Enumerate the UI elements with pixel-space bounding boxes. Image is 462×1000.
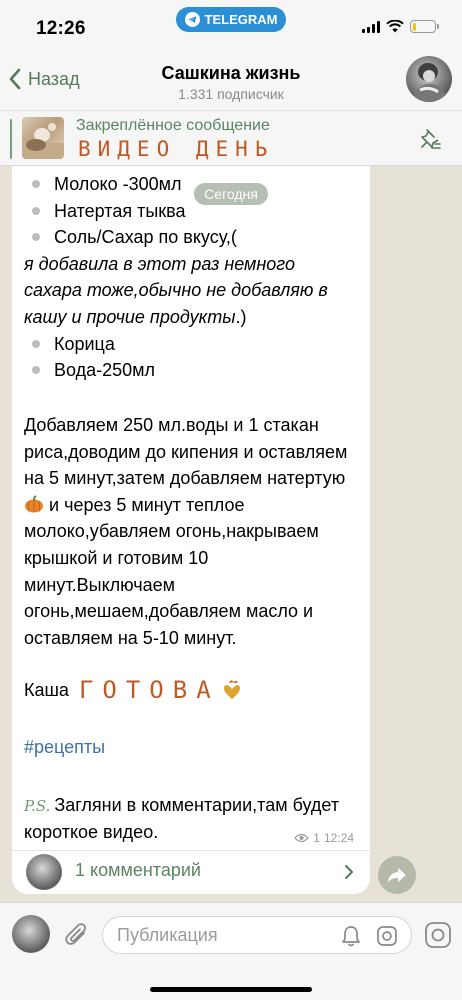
pinned-label: Закреплённое сообщение — [76, 117, 270, 134]
list-item: Корица — [24, 331, 354, 358]
composer-bar — [0, 902, 462, 1000]
signal-icon — [362, 20, 380, 33]
instructions-part-2: и через 5 минут теплое молоко,убавляем о… — [24, 494, 319, 648]
message-input-wrapper — [102, 916, 412, 954]
telegram-icon — [184, 12, 200, 27]
wifi-icon — [386, 20, 404, 33]
share-icon — [388, 868, 406, 883]
list-item: Вода-250мл — [24, 357, 354, 384]
kasha-label: Каша — [24, 679, 69, 700]
salt-item-text: Соль/Сахар по вкусу,( — [54, 227, 237, 248]
view-count: 1 — [313, 831, 320, 845]
date-chip: Сегодня — [194, 183, 268, 205]
avatar-photo — [412, 63, 448, 102]
message-meta: 1 12:24 — [294, 831, 354, 845]
pinned-indicator — [10, 119, 12, 159]
chat-header: Назад Сашкина жизнь 1.331 подписчик — [0, 54, 462, 110]
message-input[interactable] — [117, 925, 337, 946]
kasha-word: ГОТОВА — [78, 676, 220, 704]
kasha-ready-line: Каша ГОТОВА — [24, 676, 242, 704]
pinned-thumbnail — [22, 117, 64, 159]
salt-note-italic: я добавила в этот раз немного сахара тож… — [24, 253, 328, 327]
channel-title[interactable]: Сашкина жизнь — [0, 63, 462, 84]
list-item: Молоко -300мл — [24, 171, 354, 198]
channel-avatar[interactable] — [406, 56, 452, 102]
eye-icon — [294, 833, 310, 843]
instructions-part-1: Добавляем 250 мл.воды и 1 стакан риса,до… — [24, 415, 348, 489]
commenter-avatar — [26, 854, 62, 890]
sticker-icon[interactable] — [376, 925, 398, 947]
status-time: 12:26 — [36, 18, 86, 39]
list-item: Соль/Сахар по вкусу,( — [24, 224, 354, 251]
comments-label: 1 комментарий — [75, 860, 201, 880]
instructions-paragraph: Добавляем 250 мл.воды и 1 стакан риса,до… — [24, 412, 362, 651]
share-button[interactable] — [378, 856, 416, 894]
pinned-message[interactable]: Закреплённое сообщение ВИДЕО ДЕНЬ — [0, 110, 462, 166]
paperclip-icon[interactable] — [64, 921, 90, 949]
battery-fill — [412, 22, 417, 31]
heart-icon — [223, 680, 240, 699]
status-icons — [362, 20, 439, 33]
chat-area[interactable]: Сегодня Молоко -300мл Натертая тыква Сол… — [0, 166, 462, 902]
salt-note: я добавила в этот раз немного сахара тож… — [24, 251, 354, 331]
status-bar: 12:26 TELEGRAM — [0, 0, 462, 54]
telegram-pill[interactable]: TELEGRAM — [176, 7, 286, 32]
pumpkin-icon — [25, 494, 43, 513]
ps-badge: P.S. — [24, 797, 51, 815]
ps-text: Загляни в комментарии,там будет короткое… — [24, 795, 340, 842]
comments-button[interactable]: 1 комментарий — [12, 850, 370, 894]
hashtag-link[interactable]: #рецепты — [24, 737, 105, 758]
subscriber-count: 1.331 подписчик — [178, 86, 284, 102]
pin-list-icon[interactable] — [418, 127, 442, 151]
message-time: 12:24 — [323, 831, 354, 845]
telegram-pill-label: TELEGRAM — [204, 12, 278, 27]
home-indicator — [150, 987, 312, 992]
chevron-right-icon — [345, 865, 353, 879]
salt-note-tail: .) — [235, 306, 247, 327]
pinned-text: ВИДЕО ДЕНЬ — [78, 137, 275, 161]
ingredients-list: Молоко -300мл Натертая тыква Соль/Сахар … — [24, 171, 354, 384]
send-as-avatar[interactable] — [12, 915, 50, 953]
camera-icon[interactable] — [424, 921, 452, 949]
list-item: Натертая тыква — [24, 198, 354, 225]
bell-icon[interactable] — [341, 925, 361, 947]
battery-icon — [410, 20, 439, 33]
